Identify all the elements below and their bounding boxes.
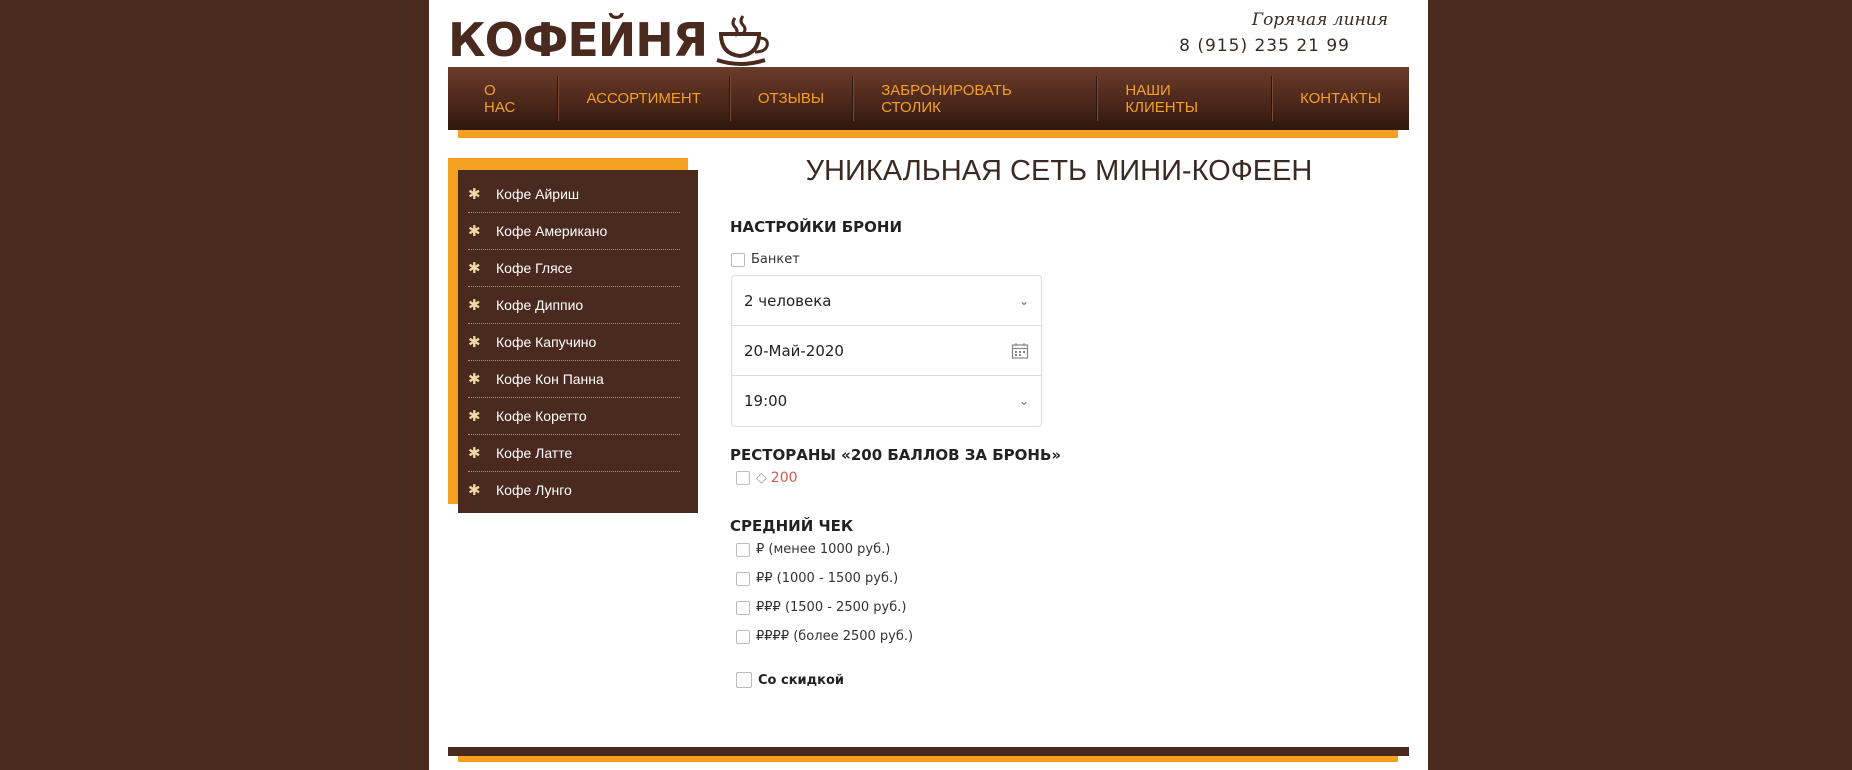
avg-check-label: ₽₽₽ (1500 - 2500 руб.) — [756, 600, 907, 615]
guests-select[interactable]: 2 человека ⌄ — [732, 276, 1041, 326]
discount-label: Со скидкой — [758, 672, 844, 688]
calendar-icon[interactable] — [1011, 342, 1029, 360]
page-title: УНИКАЛЬНАЯ СЕТЬ МИНИ-КОФЕЕН — [805, 155, 1313, 187]
nav-item-about[interactable]: О НАС — [448, 76, 559, 121]
sidebar-item-cappuccino[interactable]: ✱ Кофе Капучино — [468, 324, 680, 361]
avg-check-checkbox[interactable] — [736, 600, 750, 615]
flower-bullet-icon: ✱ — [468, 444, 481, 462]
nav-item-book-table[interactable]: ЗАБРОНИРОВАТЬ СТОЛИК — [853, 76, 1098, 121]
sidebar-item-label: Кофе Капучино — [496, 334, 597, 350]
nav-item-reviews[interactable]: ОТЗЫВЫ — [730, 76, 854, 121]
banquet-label: Банкет — [751, 252, 800, 267]
avg-check-label: ₽ (менее 1000 руб.) — [756, 542, 891, 557]
sidebar-item-irish[interactable]: ✱ Кофе Айриш — [468, 176, 680, 213]
time-select[interactable]: 19:00 ⌄ — [732, 376, 1041, 425]
banquet-checkbox[interactable] — [731, 252, 745, 267]
avg-check-title: СРЕДНИЙ ЧЕК — [730, 517, 854, 535]
nav-item-clients[interactable]: НАШИ КЛИЕНТЫ — [1097, 76, 1273, 121]
logo[interactable]: КОФЕЙНЯ — [448, 14, 773, 66]
sidebar-item-label: Кофе Лунго — [496, 482, 572, 498]
banquet-option[interactable]: Банкет — [731, 252, 800, 267]
sidebar-item-label: Кофе Американо — [496, 223, 608, 239]
diamond-icon: ◇ — [756, 470, 767, 486]
guests-value: 2 человека — [744, 291, 832, 310]
hotline-phone[interactable]: 8 (915) 235 21 99 — [1179, 36, 1350, 56]
nav-underline — [458, 130, 1398, 138]
page-container: КОФЕЙНЯ Горячая линия 8 (915) 235 21 99 … — [429, 0, 1428, 770]
sidebar-item-latte[interactable]: ✱ Кофе Латте — [468, 435, 680, 472]
avg-check-option[interactable]: ₽₽ (1000 - 1500 руб.) — [736, 571, 898, 586]
date-value: 20-Май-2020 — [744, 341, 844, 360]
flower-bullet-icon: ✱ — [468, 333, 481, 351]
coffee-cup-icon — [716, 15, 769, 66]
nav-item-contacts[interactable]: КОНТАКТЫ — [1272, 76, 1409, 121]
avg-check-option[interactable]: ₽ (менее 1000 руб.) — [736, 542, 890, 557]
flower-bullet-icon: ✱ — [468, 407, 481, 425]
booking-form: 2 человека ⌄ 20-Май-2020 19:00 ⌄ — [731, 275, 1042, 427]
sidebar-item-glace[interactable]: ✱ Кофе Глясе — [468, 250, 680, 287]
restaurants-points-title: РЕСТОРАНЫ «200 БАЛЛОВ ЗА БРОНЬ» — [730, 446, 1062, 464]
footer-accent — [458, 756, 1398, 762]
sidebar-item-label: Кофе Диппио — [496, 297, 584, 313]
hotline-label: Горячая линия — [1251, 10, 1388, 30]
flower-bullet-icon: ✱ — [468, 370, 481, 388]
chevron-down-icon: ⌄ — [1018, 293, 1029, 308]
hotline: Горячая линия 8 (915) 235 21 99 — [1179, 10, 1388, 56]
main-nav: О НАС АССОРТИМЕНТ ОТЗЫВЫ ЗАБРОНИРОВАТЬ С… — [448, 67, 1409, 130]
sidebar-item-label: Кофе Латте — [496, 445, 573, 461]
sidebar-item-label: Кофе Коретто — [496, 408, 587, 424]
discount-option[interactable]: Со скидкой — [736, 672, 844, 688]
sidebar-item-doppio[interactable]: ✱ Кофе Диппио — [468, 287, 680, 324]
flower-bullet-icon: ✱ — [468, 481, 481, 499]
sidebar-item-lungo[interactable]: ✱ Кофе Лунго — [468, 472, 680, 508]
logo-text: КОФЕЙНЯ — [448, 13, 708, 67]
sidebar-menu: ✱ Кофе Айриш ✱ Кофе Американо ✱ Кофе Глясе … — [458, 170, 698, 513]
sidebar-item-corretto[interactable]: ✱ Кофе Коретто — [468, 398, 680, 435]
sidebar-item-label: Кофе Кон Панна — [496, 371, 604, 387]
booking-settings-title: НАСТРОЙКИ БРОНИ — [730, 218, 903, 236]
sidebar-item-americano[interactable]: ✱ Кофе Американо — [468, 213, 680, 250]
avg-check-option[interactable]: ₽₽₽₽ (более 2500 руб.) — [736, 629, 913, 644]
points-checkbox[interactable] — [736, 471, 750, 485]
avg-check-checkbox[interactable] — [736, 571, 750, 586]
sidebar-item-label: Кофе Айриш — [496, 186, 580, 202]
time-value: 19:00 — [744, 391, 788, 410]
discount-checkbox[interactable] — [736, 672, 752, 688]
flower-bullet-icon: ✱ — [468, 185, 481, 203]
avg-check-checkbox[interactable] — [736, 542, 750, 557]
flower-bullet-icon: ✱ — [468, 222, 481, 240]
date-field[interactable]: 20-Май-2020 — [732, 326, 1041, 376]
points-option[interactable]: ◇ 200 — [736, 470, 798, 486]
avg-check-checkbox[interactable] — [736, 629, 750, 644]
nav-item-assortment[interactable]: АССОРТИМЕНТ — [558, 76, 730, 121]
flower-bullet-icon: ✱ — [468, 296, 481, 314]
sidebar-item-con-panna[interactable]: ✱ Кофе Кон Панна — [468, 361, 680, 398]
avg-check-option[interactable]: ₽₽₽ (1500 - 2500 руб.) — [736, 600, 906, 615]
chevron-down-icon: ⌄ — [1018, 393, 1029, 408]
flower-bullet-icon: ✱ — [468, 259, 481, 277]
avg-check-label: ₽₽ (1000 - 1500 руб.) — [756, 571, 899, 586]
points-value: 200 — [770, 470, 798, 486]
footer-bar — [448, 747, 1409, 756]
sidebar-item-label: Кофе Глясе — [496, 260, 573, 276]
avg-check-label: ₽₽₽₽ (более 2500 руб.) — [756, 629, 914, 644]
